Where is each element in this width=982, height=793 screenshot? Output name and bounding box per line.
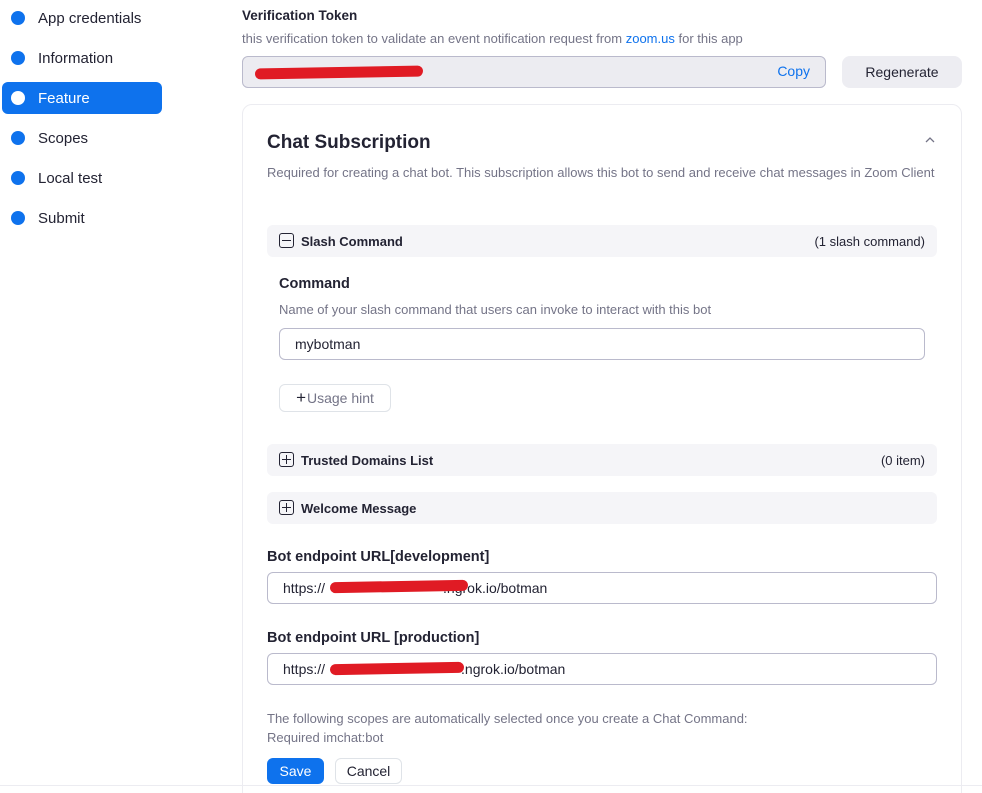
endpoint-dev-label: Bot endpoint URL[development]	[267, 549, 490, 565]
trusted-domains-header[interactable]: Trusted Domains List (0 item)	[267, 444, 937, 476]
chevron-up-icon[interactable]	[925, 135, 935, 145]
sidebar: App credentials Information Feature Scop…	[0, 0, 170, 793]
sidebar-item-scopes[interactable]: Scopes	[2, 122, 162, 154]
description-text: for this app	[674, 31, 743, 46]
sidebar-item-app-credentials[interactable]: App credentials	[2, 2, 162, 34]
step-dot-icon	[11, 91, 25, 105]
redaction-mark	[254, 65, 424, 80]
endpoint-prod-input[interactable]: https:// .ngrok.io/botman	[267, 653, 937, 685]
verification-token-field[interactable]: Copy	[242, 56, 826, 88]
chat-subscription-title: Chat Subscription	[267, 132, 431, 153]
command-description: Name of your slash command that users ca…	[279, 302, 712, 317]
plus-icon: +	[296, 388, 306, 407]
step-dot-icon	[11, 171, 25, 185]
regenerate-button[interactable]: Regenerate	[842, 56, 962, 88]
section-count: (1 slash command)	[814, 233, 925, 249]
url-prefix: https://	[283, 661, 326, 677]
sidebar-item-label: App credentials	[38, 9, 142, 27]
section-name: Slash Command	[301, 233, 403, 249]
expand-plus-icon[interactable]	[279, 500, 294, 515]
command-input[interactable]: mybotman	[279, 328, 925, 360]
chat-subscription-card: Chat Subscription Required for creating …	[242, 104, 962, 793]
sidebar-item-label: Feature	[38, 89, 90, 107]
url-suffix: .ngrok.io/botman	[461, 661, 566, 677]
section-count: (0 item)	[880, 452, 925, 468]
scopes-note: The following scopes are automatically s…	[267, 709, 748, 747]
sidebar-item-label: Local test	[38, 169, 103, 187]
step-dot-icon	[11, 51, 25, 65]
scopes-note-line: The following scopes are automatically s…	[267, 711, 748, 726]
section-name: Welcome Message	[301, 500, 417, 516]
welcome-message-header[interactable]: Welcome Message	[267, 492, 937, 524]
divider	[0, 785, 982, 786]
command-input-value: mybotman	[295, 336, 361, 352]
scopes-note-line: Required imchat:bot	[267, 730, 384, 745]
zoom-link[interactable]: zoom.us	[626, 31, 675, 46]
slash-command-header[interactable]: Slash Command (1 slash command)	[267, 225, 937, 257]
sidebar-item-information[interactable]: Information	[2, 42, 162, 74]
sidebar-item-submit[interactable]: Submit	[2, 202, 162, 234]
sidebar-item-local-test[interactable]: Local test	[2, 162, 162, 194]
chat-subscription-description: Required for creating a chat bot. This s…	[267, 165, 935, 180]
expand-plus-icon[interactable]	[279, 452, 294, 467]
copy-button[interactable]: Copy	[777, 63, 810, 79]
section-name: Trusted Domains List	[301, 452, 434, 468]
url-prefix: https://	[283, 580, 326, 596]
collapse-minus-icon[interactable]	[279, 233, 294, 248]
cancel-button[interactable]: Cancel	[335, 758, 402, 784]
redaction-mark	[329, 661, 465, 676]
usage-hint-label: Usage hint	[307, 390, 374, 406]
verification-token-title: Verification Token	[242, 8, 358, 23]
verification-token-description: this verification token to validate an e…	[242, 31, 743, 46]
endpoint-prod-label: Bot endpoint URL [production]	[267, 630, 480, 646]
sidebar-item-label: Scopes	[38, 129, 89, 147]
command-label: Command	[279, 276, 350, 292]
step-dot-icon	[11, 131, 25, 145]
step-dot-icon	[11, 11, 25, 25]
sidebar-item-label: Information	[38, 49, 114, 67]
step-dot-icon	[11, 211, 25, 225]
endpoint-dev-input[interactable]: https:// .ngrok.io/botman	[267, 572, 937, 604]
description-text: this verification token to validate an e…	[242, 31, 626, 46]
save-button[interactable]: Save	[267, 758, 324, 784]
usage-hint-button[interactable]: + Usage hint	[279, 384, 391, 412]
sidebar-item-label: Submit	[38, 209, 85, 227]
sidebar-item-feature[interactable]: Feature	[2, 82, 162, 114]
